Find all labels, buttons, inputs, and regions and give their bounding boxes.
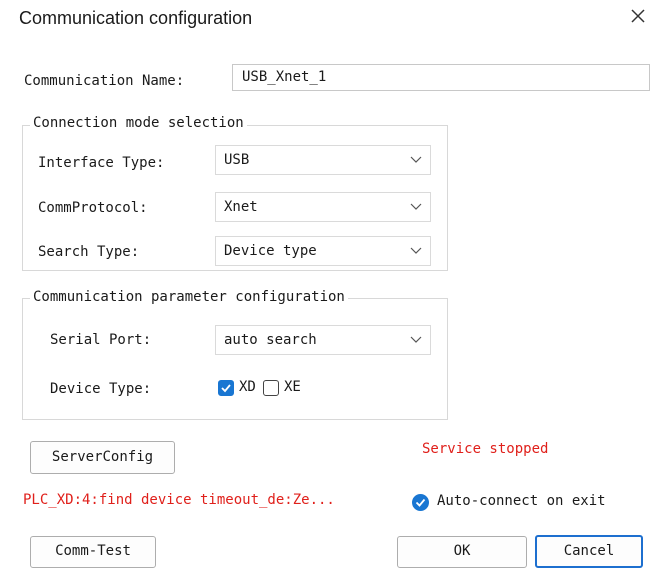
- cancel-label: Cancel: [563, 543, 615, 559]
- comm-protocol-label: CommProtocol:: [38, 200, 148, 216]
- error-message: PLC_XD:4:find device timeout_de:Ze...: [23, 492, 335, 508]
- auto-connect-label: Auto-connect on exit: [437, 493, 606, 509]
- serial-port-label: Serial Port:: [50, 332, 152, 348]
- auto-connect-checkbox[interactable]: [412, 494, 429, 511]
- device-type-xd-checkbox[interactable]: [218, 380, 234, 396]
- chevron-down-icon: [410, 203, 422, 210]
- server-config-label: ServerConfig: [51, 449, 154, 465]
- comm-test-button[interactable]: Comm-Test: [30, 536, 156, 568]
- comm-protocol-value: Xnet: [224, 199, 258, 215]
- interface-type-value: USB: [224, 152, 250, 168]
- serial-port-select[interactable]: auto search: [215, 325, 431, 355]
- chevron-down-icon: [410, 336, 422, 343]
- serial-port-value: auto search: [224, 332, 317, 348]
- server-config-button[interactable]: ServerConfig: [30, 441, 175, 474]
- ok-label: OK: [453, 543, 471, 559]
- window-title: Communication configuration: [19, 8, 253, 28]
- connection-mode-title: Connection mode selection: [30, 115, 247, 131]
- device-type-xe-label: XE: [284, 379, 301, 395]
- checkmark-icon: [415, 498, 426, 507]
- device-type-xe-checkbox[interactable]: [263, 380, 279, 396]
- comm-name-input[interactable]: USB_Xnet_1: [232, 64, 650, 91]
- comm-name-value: USB_Xnet_1: [242, 69, 327, 85]
- chevron-down-icon: [410, 247, 422, 254]
- device-type-label: Device Type:: [50, 381, 152, 397]
- search-type-select[interactable]: Device type: [215, 236, 431, 266]
- ok-button[interactable]: OK: [397, 536, 527, 568]
- param-config-title: Communication parameter configuration: [30, 289, 348, 305]
- close-button[interactable]: [626, 4, 650, 28]
- close-icon: [631, 9, 645, 23]
- search-type-label: Search Type:: [38, 244, 140, 260]
- chevron-down-icon: [410, 156, 422, 163]
- interface-type-select[interactable]: USB: [215, 145, 431, 175]
- comm-test-label: Comm-Test: [55, 543, 131, 559]
- param-config-group: [22, 298, 448, 420]
- checkmark-icon: [221, 384, 231, 393]
- comm-name-label: Communication Name:: [24, 73, 185, 89]
- interface-type-label: Interface Type:: [38, 155, 165, 171]
- search-type-value: Device type: [224, 243, 317, 259]
- device-type-xd-label: XD: [239, 379, 256, 395]
- comm-protocol-select[interactable]: Xnet: [215, 192, 431, 222]
- service-status: Service stopped: [422, 441, 549, 457]
- cancel-button[interactable]: Cancel: [535, 535, 643, 568]
